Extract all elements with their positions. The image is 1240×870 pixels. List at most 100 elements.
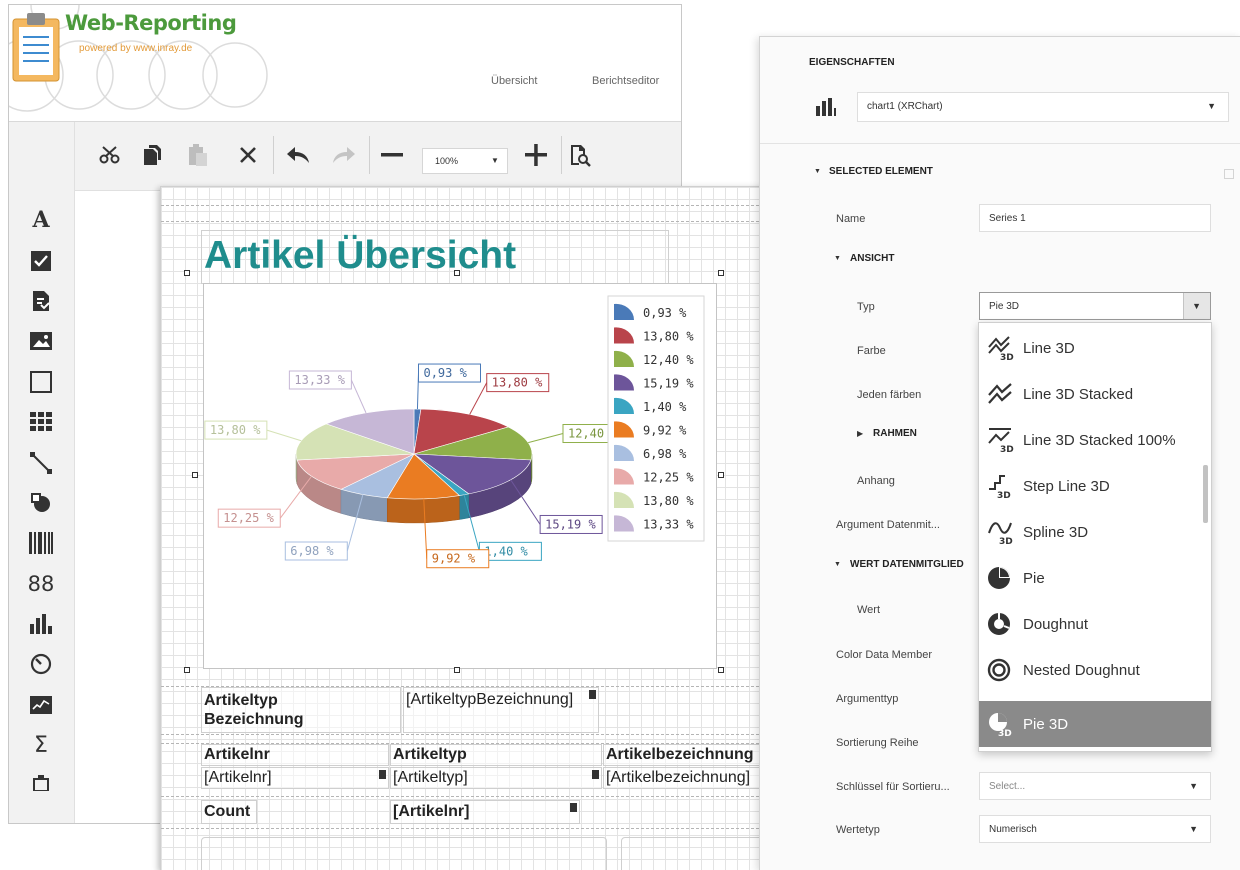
selection-handle[interactable] <box>184 667 190 673</box>
sparkline-icon[interactable] <box>26 690 56 720</box>
selection-handle[interactable] <box>454 270 460 276</box>
pie-3d-icon: 3D <box>989 713 1012 737</box>
dropdown-item-label: Doughnut <box>1023 616 1089 633</box>
expand-triangle-icon[interactable]: ▶ <box>857 429 863 438</box>
zoom-in-icon[interactable] <box>521 140 551 170</box>
label-color-data-member: Color Data Member <box>836 649 932 661</box>
band-boundary <box>161 205 809 206</box>
section-checkbox[interactable] <box>1224 169 1234 179</box>
collapse-triangle-icon[interactable]: ▼ <box>834 255 841 262</box>
chevron-down-icon: ▼ <box>1189 824 1198 834</box>
footer-count-field[interactable]: [Artikelnr] <box>390 800 580 824</box>
data-label: 13,80 % <box>492 376 543 390</box>
barcode-icon[interactable] <box>26 528 56 558</box>
cut-icon[interactable] <box>95 140 125 170</box>
badge-3d: 3D <box>1000 445 1014 453</box>
zoom-value: 100% <box>435 156 459 166</box>
zoom-select[interactable]: 100% ▼ <box>422 148 508 174</box>
preview-icon[interactable] <box>565 140 595 170</box>
selection-handle[interactable] <box>454 667 460 673</box>
dropdown-scrollbar[interactable] <box>1203 465 1208 523</box>
dropdown-item-line-3d-stacked[interactable]: Line 3D Stacked <box>979 371 1211 417</box>
selection-handle[interactable] <box>192 472 198 478</box>
value-type-select[interactable]: Numerisch ▼ <box>979 815 1211 843</box>
selection-handle[interactable] <box>184 270 190 276</box>
zoom-out-icon[interactable] <box>377 140 407 170</box>
detail-field-text: [Artikelnr] <box>204 769 272 786</box>
band-boundary <box>161 796 809 797</box>
badge-3d: 3D <box>997 491 1011 499</box>
group-header-label[interactable]: Artikeltyp Bezeichnung <box>201 687 401 733</box>
redo-icon[interactable] <box>329 140 359 170</box>
dropdown-item-line-3d-stacked-100[interactable]: 3D Line 3D Stacked 100% <box>979 417 1211 463</box>
sort-key-select[interactable]: Select... ▼ <box>979 772 1211 800</box>
column-header-artikelnr[interactable]: Artikelnr <box>201 744 389 766</box>
undo-icon[interactable] <box>283 140 313 170</box>
callout-line <box>469 382 488 415</box>
selection-handle[interactable] <box>718 667 724 673</box>
copy-icon[interactable] <box>137 140 167 170</box>
rich-text-icon[interactable] <box>26 286 56 316</box>
dropdown-item-line-3d[interactable]: 3D Line 3D <box>979 325 1211 371</box>
section-ansicht[interactable]: ANSICHT <box>850 253 894 264</box>
callout-line <box>350 379 367 414</box>
name-input[interactable]: Series 1 <box>979 204 1211 232</box>
typ-select[interactable]: Pie 3D ▼ <box>979 292 1211 320</box>
shape-icon[interactable] <box>26 488 56 518</box>
checkbox-icon[interactable] <box>26 246 56 276</box>
nested-doughnut-icon <box>987 658 1011 682</box>
line-icon[interactable] <box>26 448 56 478</box>
legend-entry: 0,93 % <box>643 306 687 320</box>
chevron-down-icon: ▼ <box>1207 101 1216 111</box>
zip-code-icon[interactable]: 88 <box>26 569 56 599</box>
chart-type-dropdown[interactable]: 3D Line 3D Line 3D Stacked 3D Line 3D St… <box>978 322 1212 752</box>
report-title[interactable]: Artikel Übersicht <box>201 230 669 284</box>
section-selected-element[interactable]: SELECTED ELEMENT <box>829 166 933 177</box>
dropdown-item-step-line-3d[interactable]: 3D Step Line 3D <box>979 463 1211 509</box>
nav-link-overview[interactable]: Übersicht <box>491 75 537 87</box>
pie-chart: 0,93 % 13,80 % 12,40 % 15,19 % 1,40 % 9,92 % 6… <box>204 295 705 569</box>
chart-icon[interactable] <box>26 609 56 639</box>
panel-icon[interactable] <box>26 367 56 397</box>
detail-field-text: [Artikeltyp] <box>393 769 468 786</box>
chart-icon <box>816 98 836 116</box>
data-label: 0,93 % <box>423 366 467 380</box>
picture-icon[interactable] <box>26 326 56 356</box>
dropdown-item-nested-doughnut[interactable]: Nested Doughnut <box>979 647 1211 693</box>
dropdown-item-pie[interactable]: Pie <box>979 555 1211 601</box>
collapse-triangle-icon[interactable]: ▼ <box>814 168 821 175</box>
page-info-icon[interactable] <box>26 767 56 797</box>
dropdown-item-label: Line 3D <box>1023 340 1075 357</box>
report-design-surface[interactable]: Artikel Übersicht 0,93 % 13,80 % 12,40 % 15… <box>160 186 809 870</box>
selection-handle[interactable] <box>718 270 724 276</box>
footer-count-label[interactable]: Count <box>201 800 257 824</box>
section-wert-datenmitglied[interactable]: WERT DATENMITGLIED <box>850 559 964 570</box>
dropdown-item-doughnut[interactable]: Doughnut <box>979 601 1211 647</box>
legend-entry: 15,19 % <box>643 377 694 391</box>
app-logo-subtitle: powered by www.inray.de <box>79 43 193 54</box>
column-header-artikeltyp[interactable]: Artikeltyp <box>390 744 602 766</box>
chart-control[interactable]: 0,93 % 13,80 % 12,40 % 15,19 % 1,40 % 9,92 % 6… <box>203 283 717 669</box>
group-header-field[interactable]: [ArtikeltypBezeichnung] <box>403 687 599 733</box>
component-select[interactable]: chart1 (XRChart) ▼ <box>857 92 1229 122</box>
detail-field-artikeltyp[interactable]: [Artikeltyp] <box>390 767 602 789</box>
collapse-triangle-icon[interactable]: ▼ <box>834 561 841 568</box>
text-icon[interactable]: A <box>26 205 56 235</box>
table-icon[interactable] <box>26 407 56 437</box>
nav-link-report-editor[interactable]: Berichtseditor <box>592 75 659 87</box>
section-rahmen[interactable]: RAHMEN <box>873 428 917 439</box>
badge-3d: 3D <box>999 537 1013 545</box>
group-header-field-text: [ArtikeltypBezeichnung] <box>406 691 574 708</box>
dropdown-item-label: Nested Doughnut <box>1023 662 1140 679</box>
sum-icon[interactable]: Σ <box>26 730 56 760</box>
paste-icon[interactable] <box>183 140 213 170</box>
report-footer-panel[interactable] <box>201 837 607 870</box>
delete-icon[interactable] <box>233 140 263 170</box>
dropdown-item-spline-3d[interactable]: 3D Spline 3D <box>979 509 1211 555</box>
detail-field-artikelnr[interactable]: [Artikelnr] <box>201 767 389 789</box>
dropdown-item-pie-3d[interactable]: 3D Pie 3D <box>979 701 1211 747</box>
gauge-icon[interactable] <box>26 649 56 679</box>
pie-icon <box>988 567 1010 589</box>
pie-slice-side <box>386 495 460 524</box>
selection-handle[interactable] <box>718 472 724 478</box>
